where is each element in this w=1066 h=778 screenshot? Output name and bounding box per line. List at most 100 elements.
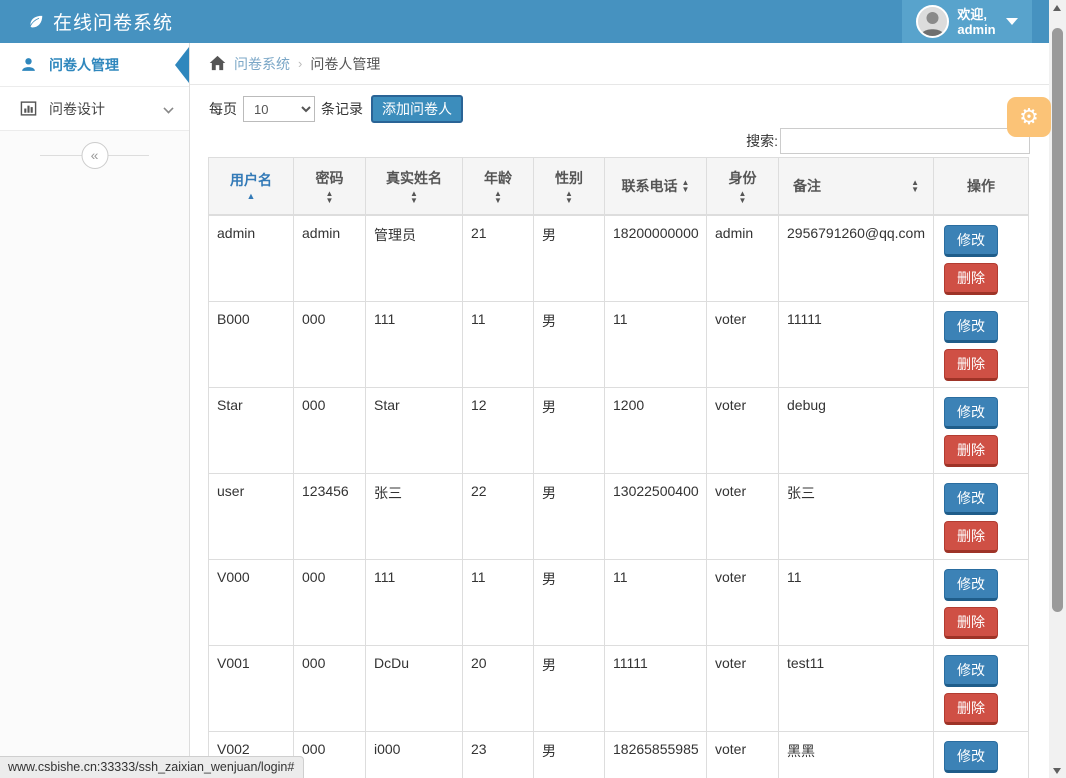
app-title: 在线问卷系统 bbox=[53, 8, 173, 35]
sidebar-item-label: 问卷人管理 bbox=[49, 55, 119, 75]
col-header-identity[interactable]: 身份▲▼ bbox=[707, 158, 779, 215]
edit-button[interactable]: 修改 bbox=[944, 225, 998, 257]
delete-button[interactable]: 删除 bbox=[944, 263, 998, 295]
delete-button[interactable]: 删除 bbox=[944, 521, 998, 553]
cell-password: 000 bbox=[294, 645, 366, 731]
col-header-gender[interactable]: 性别▲▼ bbox=[534, 158, 605, 215]
table-row: V002000i00023男18265855985voter黑黑修改删除 bbox=[209, 731, 1029, 778]
edit-button[interactable]: 修改 bbox=[944, 741, 998, 773]
avatar bbox=[916, 5, 949, 38]
col-header-username[interactable]: 用户名▲ bbox=[209, 158, 294, 215]
cell-realname: 111 bbox=[366, 301, 463, 387]
col-label: 性别 bbox=[555, 168, 583, 188]
breadcrumb: 问卷系统 › 问卷人管理 bbox=[190, 43, 1049, 85]
cell-action: 修改删除 bbox=[934, 559, 1029, 645]
cell-gender: 男 bbox=[534, 731, 605, 778]
col-header-phone[interactable]: 联系电话▲▼ bbox=[605, 158, 707, 215]
col-label: 用户名 bbox=[230, 170, 272, 190]
status-url: www.csbishe.cn:33333/ssh_zaixian_wenjuan… bbox=[0, 756, 304, 778]
per-page-prefix-label: 每页 bbox=[209, 99, 237, 119]
col-header-password[interactable]: 密码▲▼ bbox=[294, 158, 366, 215]
breadcrumb-root-link[interactable]: 问卷系统 bbox=[234, 54, 290, 74]
sidebar-item-questionnaire-design[interactable]: 问卷设计 bbox=[0, 87, 189, 131]
edit-button[interactable]: 修改 bbox=[944, 655, 998, 687]
cell-password: 000 bbox=[294, 559, 366, 645]
cell-realname: i000 bbox=[366, 731, 463, 778]
cell-password: 123456 bbox=[294, 473, 366, 559]
cell-gender: 男 bbox=[534, 645, 605, 731]
cell-phone: 11 bbox=[605, 559, 707, 645]
app-window: 在线问卷系统 欢迎, admin 问卷人管理 问卷设计 bbox=[0, 0, 1066, 778]
home-icon[interactable] bbox=[209, 55, 226, 72]
cell-realname: 张三 bbox=[366, 473, 463, 559]
edit-button[interactable]: 修改 bbox=[944, 311, 998, 343]
col-header-age[interactable]: 年龄▲▼ bbox=[463, 158, 534, 215]
welcome-text: 欢迎, admin bbox=[957, 7, 995, 37]
delete-button[interactable]: 删除 bbox=[944, 693, 998, 725]
sort-both-icon: ▲▼ bbox=[682, 179, 690, 193]
col-label: 密码 bbox=[316, 168, 344, 188]
chevron-down-icon bbox=[163, 103, 173, 113]
table-row: adminadmin管理员21男18200000000admin29567912… bbox=[209, 215, 1029, 302]
settings-gear-button[interactable]: ⚙ bbox=[1007, 97, 1051, 137]
cell-username: V001 bbox=[209, 645, 294, 731]
col-header-remark[interactable]: 备注▲▼ bbox=[779, 158, 934, 215]
col-header-realname[interactable]: 真实姓名▲▼ bbox=[366, 158, 463, 215]
search-input[interactable] bbox=[780, 128, 1030, 154]
sidebar-collapse-button[interactable]: « bbox=[81, 142, 108, 169]
breadcrumb-separator: › bbox=[298, 56, 302, 71]
cell-identity: voter bbox=[707, 645, 779, 731]
cell-username: user bbox=[209, 473, 294, 559]
cell-password: 000 bbox=[294, 387, 366, 473]
cell-age: 22 bbox=[463, 473, 534, 559]
delete-button[interactable]: 删除 bbox=[944, 435, 998, 467]
col-label: 备注 bbox=[793, 176, 821, 196]
cell-age: 11 bbox=[463, 301, 534, 387]
cell-action: 修改删除 bbox=[934, 387, 1029, 473]
edit-button[interactable]: 修改 bbox=[944, 483, 998, 515]
add-respondent-button[interactable]: 添加问卷人 bbox=[371, 95, 463, 123]
user-menu[interactable]: 欢迎, admin bbox=[902, 0, 1032, 43]
cell-remark: 11111 bbox=[779, 301, 934, 387]
scroll-up-arrow[interactable] bbox=[1049, 0, 1066, 16]
col-label: 身份 bbox=[729, 168, 757, 188]
sidebar-item-respondent-management[interactable]: 问卷人管理 bbox=[0, 43, 189, 87]
cell-age: 21 bbox=[463, 215, 534, 302]
scrollbar-thumb[interactable] bbox=[1052, 28, 1063, 612]
per-page-select[interactable]: 10 bbox=[243, 96, 315, 122]
cell-phone: 11111 bbox=[605, 645, 707, 731]
brand: 在线问卷系统 bbox=[0, 8, 173, 35]
edit-button[interactable]: 修改 bbox=[944, 569, 998, 601]
per-page-suffix-label: 条记录 bbox=[321, 99, 363, 119]
cell-username: B000 bbox=[209, 301, 294, 387]
cell-realname: DcDu bbox=[366, 645, 463, 731]
cell-realname: 111 bbox=[366, 559, 463, 645]
cell-gender: 男 bbox=[534, 559, 605, 645]
table-row: B00000011111男11voter11111修改删除 bbox=[209, 301, 1029, 387]
cell-action: 修改删除 bbox=[934, 731, 1029, 778]
cell-phone: 1200 bbox=[605, 387, 707, 473]
cell-phone: 11 bbox=[605, 301, 707, 387]
cell-action: 修改删除 bbox=[934, 301, 1029, 387]
cell-remark: 11 bbox=[779, 559, 934, 645]
leaf-icon bbox=[27, 13, 44, 30]
search-label: 搜索: bbox=[746, 131, 778, 151]
cell-remark: debug bbox=[779, 387, 934, 473]
cell-username: V000 bbox=[209, 559, 294, 645]
cell-age: 20 bbox=[463, 645, 534, 731]
cell-identity: voter bbox=[707, 387, 779, 473]
cell-action: 修改删除 bbox=[934, 215, 1029, 302]
cell-identity: voter bbox=[707, 559, 779, 645]
bar-chart-icon bbox=[20, 100, 37, 117]
sort-both-icon: ▲▼ bbox=[410, 190, 418, 204]
delete-button[interactable]: 删除 bbox=[944, 349, 998, 381]
sidebar-item-label: 问卷设计 bbox=[49, 99, 105, 119]
cell-gender: 男 bbox=[534, 301, 605, 387]
top-navbar: 在线问卷系统 欢迎, admin bbox=[0, 0, 1049, 43]
delete-button[interactable]: 删除 bbox=[944, 607, 998, 639]
cell-identity: voter bbox=[707, 731, 779, 778]
breadcrumb-current: 问卷人管理 bbox=[310, 54, 380, 74]
edit-button[interactable]: 修改 bbox=[944, 397, 998, 429]
scroll-down-arrow[interactable] bbox=[1049, 762, 1066, 778]
caret-down-icon bbox=[1006, 18, 1018, 25]
